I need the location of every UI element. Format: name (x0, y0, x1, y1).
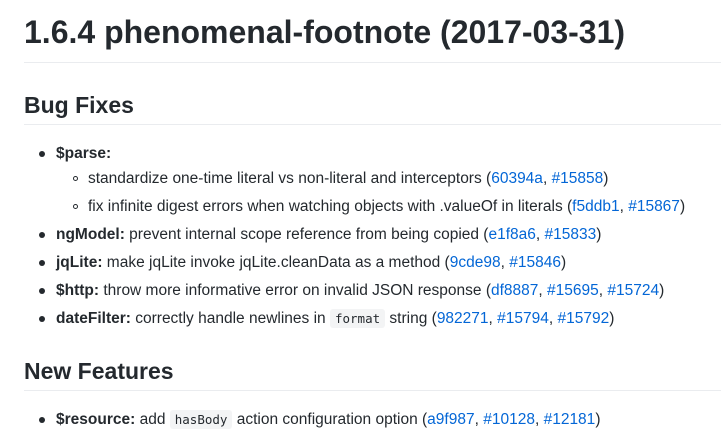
item-scope: jqLite: (56, 254, 103, 271)
issue-link[interactable]: #15846 (509, 254, 561, 271)
commit-link[interactable]: df8887 (491, 282, 538, 299)
sub-item-infinite-digest: fix infinite digest errors when watching… (88, 198, 686, 215)
commit-link[interactable]: f5ddb1 (572, 198, 619, 215)
item-scope: $parse: (56, 145, 112, 162)
release-notes: 1.6.4 phenomenal-footnote (2017-03-31) B… (0, 0, 721, 441)
sub-bullet-icon (73, 176, 78, 181)
issue-link[interactable]: #15867 (628, 198, 680, 215)
item-scope: dateFilter: (56, 310, 131, 327)
commit-link[interactable]: 982271 (437, 310, 489, 327)
commit-link[interactable]: a9f987 (427, 411, 474, 428)
item-scope: $http: (56, 282, 100, 299)
sub-bullet-icon (73, 204, 78, 209)
list-item-parse: $parse: (56, 143, 111, 165)
bullet-icon (39, 316, 45, 322)
inline-code: hasBody (169, 410, 233, 429)
issue-link[interactable]: #12181 (544, 411, 596, 428)
commit-link[interactable]: e1f8a6 (488, 226, 535, 243)
bullet-icon (39, 417, 45, 423)
section-divider (24, 124, 721, 125)
sub-item-standardize: standardize one-time literal vs non-lite… (88, 170, 609, 187)
commit-link[interactable]: 9cde98 (450, 254, 501, 271)
release-title: 1.6.4 phenomenal-footnote (2017-03-31) (24, 14, 626, 50)
bullet-icon (39, 288, 45, 294)
commit-link[interactable]: 60394a (491, 170, 543, 187)
list-item-datefilter: dateFilter: correctly handle newlines in… (56, 309, 615, 328)
list-item-http: $http: throw more informative error on i… (56, 282, 665, 299)
issue-link[interactable]: #15695 (547, 282, 599, 299)
issue-link[interactable]: #15833 (545, 226, 597, 243)
list-item-ngmodel: ngModel: prevent internal scope referenc… (56, 226, 602, 243)
issue-link[interactable]: #15724 (607, 282, 659, 299)
issue-link[interactable]: #15792 (558, 310, 610, 327)
list-item-resource: $resource: add hasBody action configurat… (56, 410, 601, 429)
item-scope: $resource: (56, 411, 136, 428)
bullet-icon (39, 260, 45, 266)
bullet-icon (39, 151, 45, 157)
bullet-icon (39, 232, 45, 238)
inline-code: format (329, 309, 386, 328)
title-divider (24, 62, 721, 63)
section-divider (24, 390, 721, 391)
list-item-jqlite: jqLite: make jqLite invoke jqLite.cleanD… (56, 254, 567, 271)
issue-link[interactable]: #15858 (552, 170, 604, 187)
issue-link[interactable]: #15794 (497, 310, 549, 327)
section-heading-bug-fixes: Bug Fixes (24, 92, 134, 118)
section-heading-new-features: New Features (24, 358, 174, 384)
issue-link[interactable]: #10128 (483, 411, 535, 428)
item-scope: ngModel: (56, 226, 125, 243)
